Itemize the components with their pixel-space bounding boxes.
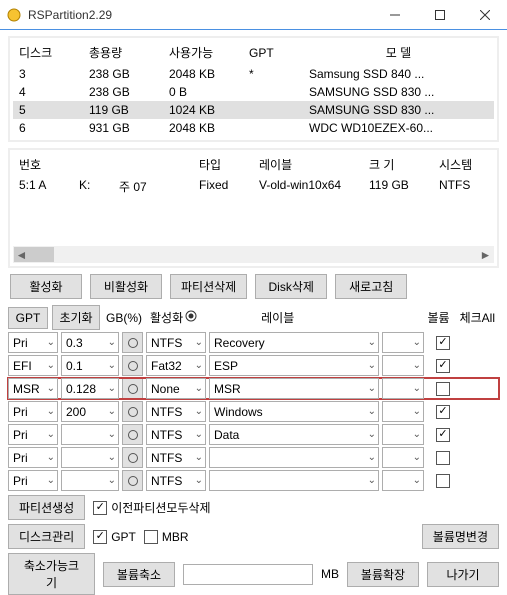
fs-dropdown[interactable]: NTFS⌄ bbox=[146, 470, 206, 491]
fs-dropdown[interactable]: NTFS⌄ bbox=[146, 447, 206, 468]
mbr-label: MBR bbox=[162, 530, 189, 544]
close-button[interactable] bbox=[462, 0, 507, 30]
label-dropdown[interactable]: Recovery⌄ bbox=[209, 332, 379, 353]
volume-dropdown[interactable]: ⌄ bbox=[382, 424, 424, 445]
row-checkbox[interactable] bbox=[436, 474, 450, 488]
label-dropdown[interactable]: ⌄ bbox=[209, 470, 379, 491]
label-dropdown[interactable]: ESP⌄ bbox=[209, 355, 379, 376]
disk-row[interactable]: 3238 GB2048 KB*Samsung SSD 840 ... bbox=[13, 65, 494, 84]
delete-prev-checkbox[interactable]: ✓ bbox=[93, 501, 107, 515]
check-all-header: 체크All bbox=[460, 309, 495, 326]
disk-row[interactable]: 5119 GB1024 KBSAMSUNG SSD 830 ... bbox=[13, 101, 494, 119]
gb-dropdown[interactable]: 0.128⌄ bbox=[61, 378, 119, 399]
window-title: RSPartition2.29 bbox=[28, 8, 372, 22]
deactivate-button[interactable]: 비활성화 bbox=[90, 274, 162, 299]
row-checkbox[interactable] bbox=[436, 382, 450, 396]
activate-radio[interactable] bbox=[122, 401, 143, 422]
type-dropdown[interactable]: MSR⌄ bbox=[8, 378, 58, 399]
gpt-checkbox[interactable]: ✓ bbox=[93, 530, 107, 544]
mb-input[interactable] bbox=[183, 564, 313, 585]
mb-label: MB bbox=[321, 567, 339, 581]
row-checkbox[interactable]: ✓ bbox=[436, 336, 450, 350]
activate-header: 활성화 bbox=[150, 309, 183, 326]
init-button[interactable]: 초기화 bbox=[52, 305, 100, 330]
volume-dropdown[interactable]: ⌄ bbox=[382, 470, 424, 491]
row-checkbox[interactable]: ✓ bbox=[436, 405, 450, 419]
fs-dropdown[interactable]: NTFS⌄ bbox=[146, 401, 206, 422]
volume-dropdown[interactable]: ⌄ bbox=[382, 378, 424, 399]
fs-dropdown[interactable]: Fat32⌄ bbox=[146, 355, 206, 376]
gb-header: GB(%) bbox=[106, 311, 142, 325]
activate-radio[interactable] bbox=[122, 355, 143, 376]
refresh-button[interactable]: 새로고침 bbox=[335, 274, 407, 299]
activate-radio[interactable] bbox=[122, 470, 143, 491]
volume-dropdown[interactable]: ⌄ bbox=[382, 447, 424, 468]
volume-dropdown[interactable]: ⌄ bbox=[382, 332, 424, 353]
scroll-right-icon[interactable]: ► bbox=[477, 246, 494, 263]
gpt-button[interactable]: GPT bbox=[8, 307, 48, 329]
row-checkbox[interactable] bbox=[436, 451, 450, 465]
disk-mgmt-button[interactable]: 디스크관리 bbox=[8, 524, 85, 549]
type-dropdown[interactable]: EFI⌄ bbox=[8, 355, 58, 376]
reduce-volume-button[interactable]: 볼륨축소 bbox=[103, 562, 175, 587]
activate-button[interactable]: 활성화 bbox=[10, 274, 82, 299]
activate-radio[interactable] bbox=[122, 332, 143, 353]
gb-dropdown[interactable]: 0.3⌄ bbox=[61, 332, 119, 353]
disk-row[interactable]: 6931 GB2048 KBWDC WD10EZEX-60... bbox=[13, 119, 494, 137]
label-dropdown[interactable]: Windows⌄ bbox=[209, 401, 379, 422]
maximize-button[interactable] bbox=[417, 0, 462, 30]
minimize-button[interactable] bbox=[372, 0, 417, 30]
fs-dropdown[interactable]: NTFS⌄ bbox=[146, 332, 206, 353]
activate-radio[interactable] bbox=[122, 447, 143, 468]
partition-row[interactable]: 5:1 AK:주 07FixedV-old-win10x64119 GBNTFS bbox=[13, 176, 494, 197]
create-partition-button[interactable]: 파티션생성 bbox=[8, 495, 85, 520]
delete-disk-button[interactable]: Disk삭제 bbox=[255, 274, 327, 299]
activate-radio[interactable] bbox=[122, 378, 143, 399]
scroll-left-icon[interactable]: ◄ bbox=[13, 246, 30, 263]
gpt-label: GPT bbox=[111, 530, 136, 544]
row-checkbox[interactable]: ✓ bbox=[436, 359, 450, 373]
type-dropdown[interactable]: Pri⌄ bbox=[8, 332, 58, 353]
delete-partition-button[interactable]: 파티션삭제 bbox=[170, 274, 247, 299]
type-dropdown[interactable]: Pri⌄ bbox=[8, 447, 58, 468]
fs-dropdown[interactable]: None⌄ bbox=[146, 378, 206, 399]
type-dropdown[interactable]: Pri⌄ bbox=[8, 470, 58, 491]
volume-dropdown[interactable]: ⌄ bbox=[382, 355, 424, 376]
gb-dropdown[interactable]: ⌄ bbox=[61, 470, 119, 491]
row-checkbox[interactable]: ✓ bbox=[436, 428, 450, 442]
label-dropdown[interactable]: ⌄ bbox=[209, 447, 379, 468]
volume-header: 볼륨 bbox=[427, 309, 449, 326]
gb-dropdown[interactable]: ⌄ bbox=[61, 424, 119, 445]
label-dropdown[interactable]: Data⌄ bbox=[209, 424, 379, 445]
gb-dropdown[interactable]: ⌄ bbox=[61, 447, 119, 468]
horizontal-scrollbar[interactable]: ◄ ► bbox=[13, 246, 494, 263]
rename-volume-button[interactable]: 볼륨명변경 bbox=[422, 524, 499, 549]
label-header: 레이블 bbox=[261, 309, 294, 326]
shrink-available-button[interactable]: 축소가능크기 bbox=[8, 553, 95, 595]
disk-row[interactable]: 4238 GB0 BSAMSUNG SSD 830 ... bbox=[13, 83, 494, 101]
label-dropdown[interactable]: MSR⌄ bbox=[209, 378, 379, 399]
expand-volume-button[interactable]: 볼륨확장 bbox=[347, 562, 419, 587]
exit-button[interactable]: 나가기 bbox=[427, 562, 499, 587]
type-dropdown[interactable]: Pri⌄ bbox=[8, 401, 58, 422]
activate-header-radio-icon bbox=[185, 310, 197, 325]
activate-radio[interactable] bbox=[122, 424, 143, 445]
gb-dropdown[interactable]: 0.1⌄ bbox=[61, 355, 119, 376]
volume-dropdown[interactable]: ⌄ bbox=[382, 401, 424, 422]
mbr-checkbox[interactable] bbox=[144, 530, 158, 544]
fs-dropdown[interactable]: NTFS⌄ bbox=[146, 424, 206, 445]
delete-prev-label: 이전파티션모두삭제 bbox=[111, 499, 210, 516]
gb-dropdown[interactable]: 200⌄ bbox=[61, 401, 119, 422]
app-icon bbox=[6, 7, 22, 23]
type-dropdown[interactable]: Pri⌄ bbox=[8, 424, 58, 445]
disk-table[interactable]: 디스크총용량사용가능GPT모 델 3238 GB2048 KB*Samsung … bbox=[13, 41, 494, 137]
